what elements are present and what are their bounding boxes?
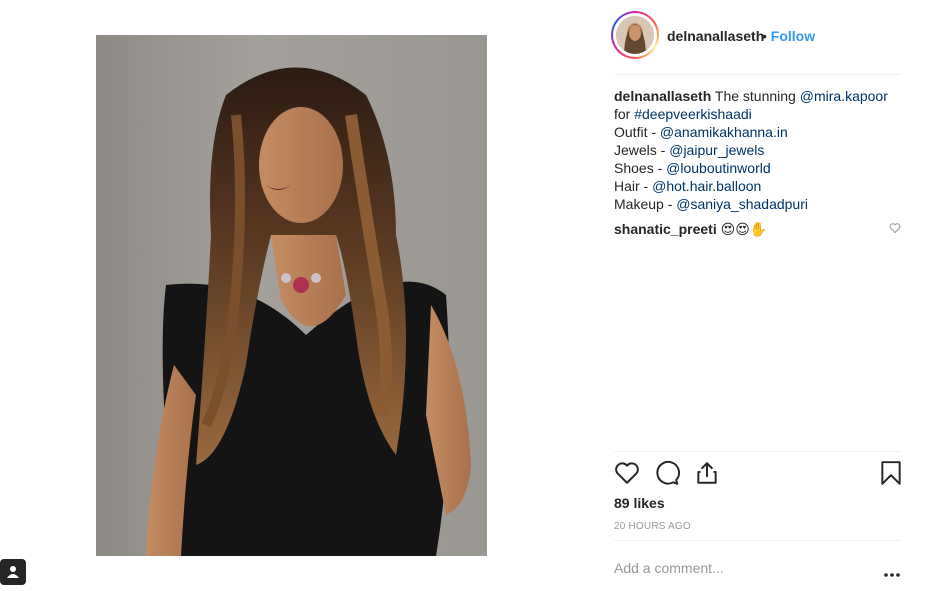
caption-line-1: delnanallaseth The stunning @mira.kapoor bbox=[614, 87, 901, 105]
credit-label: Makeup - bbox=[614, 196, 677, 212]
post-caption: delnanallaseth The stunning @mira.kapoor… bbox=[614, 87, 901, 213]
caption-line-2: for #deepveerkishaadi bbox=[614, 105, 901, 123]
credit-line: Shoes - @louboutinworld bbox=[614, 159, 901, 177]
comment-text: 😍😍✋ bbox=[720, 221, 768, 237]
post-header: delnanallaseth • Follow bbox=[611, 11, 901, 61]
credit-label: Shoes - bbox=[614, 160, 667, 176]
credit-line: Hair - @hot.hair.balloon bbox=[614, 177, 901, 195]
caption-mention[interactable]: @mira.kapoor bbox=[800, 88, 888, 104]
follow-button[interactable]: Follow bbox=[771, 28, 815, 44]
credit-line: Makeup - @saniya_shadadpuri bbox=[614, 195, 901, 213]
follow-wrap: • Follow bbox=[762, 28, 815, 44]
credit-handle[interactable]: @hot.hair.balloon bbox=[652, 178, 761, 194]
separator-dot: • bbox=[762, 28, 767, 44]
credit-line: Jewels - @jaipur_jewels bbox=[614, 141, 901, 159]
credit-handle[interactable]: @louboutinworld bbox=[666, 160, 771, 176]
bookmark-icon[interactable] bbox=[880, 460, 902, 491]
actions-divider bbox=[614, 451, 901, 452]
comment-username[interactable]: shanatic_preeti bbox=[614, 221, 717, 237]
likes-count[interactable]: 89 likes bbox=[614, 495, 665, 511]
post-image-illustration bbox=[146, 67, 471, 556]
caption-text: The stunning bbox=[711, 88, 800, 104]
comment-bubble-icon[interactable] bbox=[654, 460, 680, 491]
caption-hashtag[interactable]: #deepveerkishaadi bbox=[634, 106, 752, 122]
credit-label: Jewels - bbox=[614, 142, 670, 158]
post-side-panel: delnanallaseth • Follow delnanallaseth T… bbox=[611, 0, 901, 591]
credit-label: Outfit - bbox=[614, 124, 660, 140]
user-badge-icon[interactable] bbox=[0, 559, 26, 585]
caption-username[interactable]: delnanallaseth bbox=[614, 88, 711, 104]
more-options-icon[interactable] bbox=[883, 565, 901, 583]
header-divider bbox=[614, 74, 901, 75]
caption-text-2: for bbox=[614, 106, 635, 122]
post-image[interactable] bbox=[96, 35, 487, 556]
credit-label: Hair - bbox=[614, 178, 653, 194]
post-actions bbox=[614, 460, 901, 490]
share-icon[interactable] bbox=[694, 460, 720, 491]
avatar[interactable] bbox=[616, 16, 654, 54]
story-ring[interactable] bbox=[611, 11, 659, 59]
post-timestamp[interactable]: 20 HOURS AGO bbox=[614, 521, 691, 532]
post-username[interactable]: delnanallaseth bbox=[667, 28, 764, 44]
credit-handle[interactable]: @anamikakhanna.in bbox=[660, 124, 788, 140]
add-comment-input[interactable]: Add a comment... bbox=[614, 560, 724, 576]
credit-handle[interactable]: @saniya_shadadpuri bbox=[676, 196, 808, 212]
comment-divider bbox=[614, 540, 901, 541]
credit-handle[interactable]: @jaipur_jewels bbox=[669, 142, 764, 158]
credit-line: Outfit - @anamikakhanna.in bbox=[614, 123, 901, 141]
comment-row: shanatic_preeti 😍😍✋ bbox=[614, 220, 901, 238]
heart-icon[interactable] bbox=[614, 460, 640, 491]
heart-small-icon[interactable] bbox=[889, 221, 901, 239]
